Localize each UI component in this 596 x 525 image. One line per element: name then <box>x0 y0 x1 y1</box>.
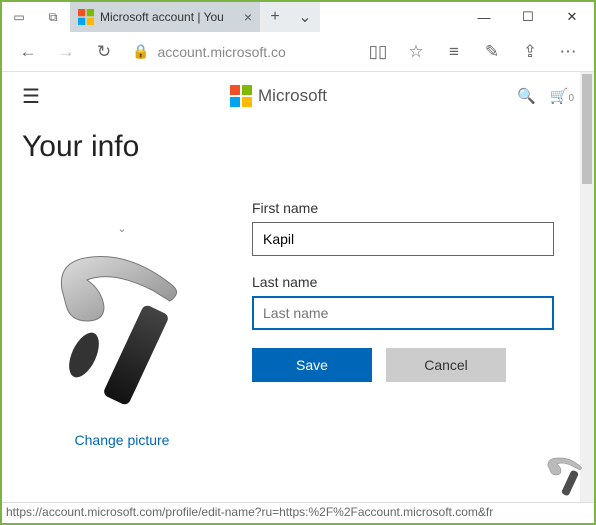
button-row: Save Cancel <box>252 348 554 382</box>
forward-button[interactable]: → <box>48 34 84 70</box>
expand-caret-icon[interactable]: ⌄ <box>22 222 222 235</box>
page-content: ☰ Microsoft 🔍 🛒0 Your info ⌄ <box>2 72 594 522</box>
share-icon[interactable]: ⇪ <box>512 34 548 70</box>
tab-preview-icon[interactable]: ⧉ <box>36 2 70 32</box>
lock-icon: 🔒 <box>132 43 149 60</box>
watermark-hammer-icon <box>542 452 590 500</box>
url-field[interactable]: 🔒 account.microsoft.co <box>124 34 358 70</box>
reading-view-icon[interactable]: ▯▯ <box>360 34 396 70</box>
status-bar-url: https://account.microsoft.com/profile/ed… <box>2 502 594 522</box>
microsoft-wordmark: Microsoft <box>258 86 327 106</box>
titlebar-left: ▭ ⧉ <box>2 2 70 32</box>
first-name-label: First name <box>252 200 554 216</box>
address-bar: ← → ↻ 🔒 account.microsoft.co ▯▯ ☆ ≡ ✎ ⇪ … <box>2 32 594 72</box>
maximize-button[interactable]: ☐ <box>506 2 550 32</box>
cart-count: 0 <box>568 93 574 104</box>
avatar-image <box>32 235 212 415</box>
window-titlebar: ▭ ⧉ Microsoft account | You × + ⌄ — ☐ ✕ <box>2 2 594 32</box>
browser-tab[interactable]: Microsoft account | You × <box>70 2 260 32</box>
menu-icon[interactable]: ☰ <box>22 84 40 109</box>
cart-icon[interactable]: 🛒0 <box>550 87 574 105</box>
notes-icon[interactable]: ✎ <box>474 34 510 70</box>
last-name-label: Last name <box>252 274 554 290</box>
tab-overflow-icon[interactable]: ⌄ <box>290 2 320 32</box>
last-name-input[interactable] <box>252 296 554 330</box>
change-picture-link[interactable]: Change picture <box>22 432 222 448</box>
tab-title: Microsoft account | You <box>100 10 238 24</box>
more-icon[interactable]: ⋯ <box>550 34 586 70</box>
favorite-icon[interactable]: ☆ <box>398 34 434 70</box>
first-name-input[interactable] <box>252 222 554 256</box>
form-area: ⌄ Change picture First name Last name <box>22 192 574 448</box>
tab-group-icon[interactable]: ▭ <box>2 2 36 32</box>
hub-icon[interactable]: ≡ <box>436 34 472 70</box>
avatar-column: ⌄ Change picture <box>22 192 222 448</box>
new-tab-button[interactable]: + <box>260 2 290 32</box>
close-window-button[interactable]: ✕ <box>550 2 594 32</box>
refresh-button[interactable]: ↻ <box>86 34 122 70</box>
scrollbar-thumb[interactable] <box>582 74 592 184</box>
header-actions: 🔍 🛒0 <box>517 87 574 105</box>
search-icon[interactable]: 🔍 <box>517 87 536 105</box>
window-controls: — ☐ ✕ <box>462 2 594 32</box>
cancel-button[interactable]: Cancel <box>386 348 506 382</box>
site-header: ☰ Microsoft 🔍 🛒0 <box>2 72 594 120</box>
url-text: account.microsoft.co <box>157 44 285 60</box>
microsoft-grid-icon <box>230 85 252 107</box>
save-button[interactable]: Save <box>252 348 372 382</box>
page-title: Your info <box>22 130 574 164</box>
favicon-icon <box>78 9 94 25</box>
fields-column: First name Last name Save Cancel <box>252 192 574 448</box>
minimize-button[interactable]: — <box>462 2 506 32</box>
tab-close-icon[interactable]: × <box>244 9 252 25</box>
your-info-page: Your info ⌄ Change picture First name <box>2 120 594 458</box>
back-button[interactable]: ← <box>10 34 46 70</box>
microsoft-logo[interactable]: Microsoft <box>230 85 327 107</box>
